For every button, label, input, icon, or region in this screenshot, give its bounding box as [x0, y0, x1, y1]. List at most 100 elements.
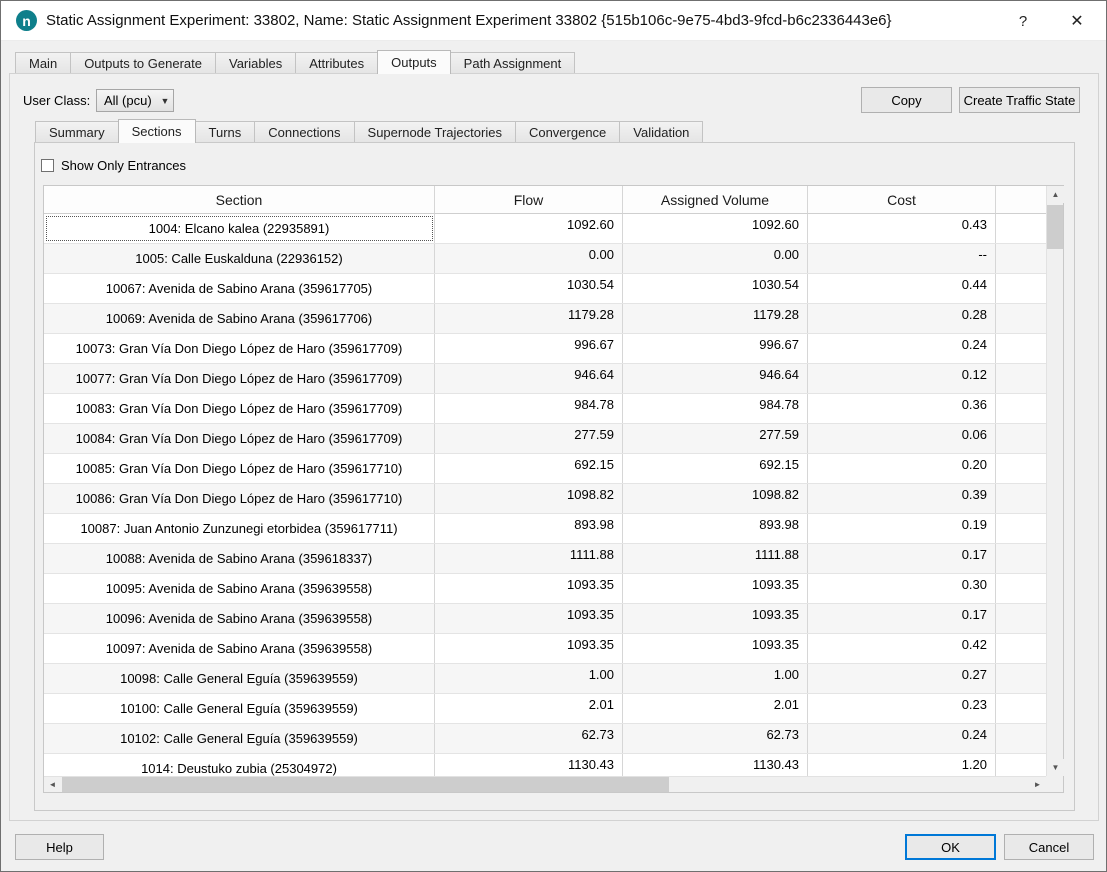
cell-flow[interactable]: 984.78 — [435, 394, 623, 423]
help-icon[interactable]: ? — [1006, 1, 1040, 41]
cell-cost[interactable]: -- — [808, 244, 996, 273]
cell-assigned-volume[interactable]: 2.01 — [623, 694, 808, 723]
cell-assigned-volume[interactable]: 1092.60 — [623, 214, 808, 243]
cell-flow[interactable]: 1.00 — [435, 664, 623, 693]
cell-cost[interactable]: 0.39 — [808, 484, 996, 513]
cell-cost[interactable]: 0.19 — [808, 514, 996, 543]
cell-section[interactable]: 1005: Calle Euskalduna (22936152) — [44, 244, 435, 273]
subtab-summary[interactable]: Summary — [35, 121, 119, 142]
subtab-validation[interactable]: Validation — [619, 121, 703, 142]
cell-section[interactable]: 10085: Gran Vía Don Diego López de Haro … — [44, 454, 435, 483]
cell-flow[interactable]: 893.98 — [435, 514, 623, 543]
table-row[interactable]: 1014: Deustuko zubia (25304972)1130.4311… — [44, 754, 1046, 776]
user-class-select[interactable]: All (pcu) ▼ — [96, 89, 174, 112]
cell-filler[interactable] — [996, 664, 1046, 693]
cell-cost[interactable]: 0.17 — [808, 544, 996, 573]
cell-flow[interactable]: 1111.88 — [435, 544, 623, 573]
cell-flow[interactable]: 946.64 — [435, 364, 623, 393]
cell-section[interactable]: 10096: Avenida de Sabino Arana (35963955… — [44, 604, 435, 633]
cell-section[interactable]: 10084: Gran Vía Don Diego López de Haro … — [44, 424, 435, 453]
cell-cost[interactable]: 0.20 — [808, 454, 996, 483]
cell-filler[interactable] — [996, 694, 1046, 723]
scroll-up-icon[interactable]: ▲ — [1047, 186, 1064, 203]
vertical-scrollbar-thumb[interactable] — [1047, 205, 1063, 249]
cell-section[interactable]: 1004: Elcano kalea (22935891) — [44, 214, 435, 243]
scroll-right-icon[interactable]: ► — [1029, 777, 1046, 792]
cell-filler[interactable] — [996, 304, 1046, 333]
tab-main[interactable]: Main — [15, 52, 71, 73]
cell-cost[interactable]: 0.24 — [808, 334, 996, 363]
cell-cost[interactable]: 0.44 — [808, 274, 996, 303]
table-row[interactable]: 10100: Calle General Eguía (359639559)2.… — [44, 694, 1046, 724]
cell-cost[interactable]: 0.27 — [808, 664, 996, 693]
cell-filler[interactable] — [996, 574, 1046, 603]
close-icon[interactable]: ✕ — [1060, 1, 1094, 41]
cell-section[interactable]: 10088: Avenida de Sabino Arana (35961833… — [44, 544, 435, 573]
scroll-down-icon[interactable]: ▼ — [1047, 759, 1064, 776]
show-only-entrances-checkbox[interactable] — [41, 159, 54, 172]
cell-filler[interactable] — [996, 214, 1046, 243]
subtab-turns[interactable]: Turns — [195, 121, 256, 142]
cell-cost[interactable]: 0.12 — [808, 364, 996, 393]
cell-assigned-volume[interactable]: 893.98 — [623, 514, 808, 543]
cell-flow[interactable]: 1130.43 — [435, 754, 623, 776]
cell-assigned-volume[interactable]: 1098.82 — [623, 484, 808, 513]
cell-flow[interactable]: 1092.60 — [435, 214, 623, 243]
cell-cost[interactable]: 0.42 — [808, 634, 996, 663]
vertical-scrollbar[interactable]: ▲ ▼ — [1046, 186, 1063, 776]
cell-assigned-volume[interactable]: 692.15 — [623, 454, 808, 483]
cell-filler[interactable] — [996, 514, 1046, 543]
table-row[interactable]: 10067: Avenida de Sabino Arana (35961770… — [44, 274, 1046, 304]
cell-section[interactable]: 10097: Avenida de Sabino Arana (35963955… — [44, 634, 435, 663]
copy-button[interactable]: Copy — [861, 87, 952, 113]
cell-section[interactable]: 10069: Avenida de Sabino Arana (35961770… — [44, 304, 435, 333]
table-row[interactable]: 1004: Elcano kalea (22935891)1092.601092… — [44, 214, 1046, 244]
cell-filler[interactable] — [996, 454, 1046, 483]
cell-assigned-volume[interactable]: 1093.35 — [623, 604, 808, 633]
cell-assigned-volume[interactable]: 996.67 — [623, 334, 808, 363]
tab-variables[interactable]: Variables — [215, 52, 296, 73]
cell-assigned-volume[interactable]: 1130.43 — [623, 754, 808, 776]
column-header-assigned-volume[interactable]: Assigned Volume — [623, 186, 808, 214]
cell-flow[interactable]: 62.73 — [435, 724, 623, 753]
cell-filler[interactable] — [996, 334, 1046, 363]
cell-assigned-volume[interactable]: 62.73 — [623, 724, 808, 753]
column-header-cost[interactable]: Cost — [808, 186, 996, 214]
table-row[interactable]: 10097: Avenida de Sabino Arana (35963955… — [44, 634, 1046, 664]
column-header-section[interactable]: Section — [44, 186, 435, 214]
table-row[interactable]: 10098: Calle General Eguía (359639559)1.… — [44, 664, 1046, 694]
cell-flow[interactable]: 1093.35 — [435, 574, 623, 603]
cell-cost[interactable]: 0.17 — [808, 604, 996, 633]
subtab-supernode-trajectories[interactable]: Supernode Trajectories — [354, 121, 516, 142]
subtab-convergence[interactable]: Convergence — [515, 121, 620, 142]
table-row[interactable]: 10086: Gran Vía Don Diego López de Haro … — [44, 484, 1046, 514]
cell-filler[interactable] — [996, 634, 1046, 663]
cell-cost[interactable]: 1.20 — [808, 754, 996, 776]
horizontal-scrollbar-thumb[interactable] — [62, 777, 669, 792]
cell-flow[interactable]: 1098.82 — [435, 484, 623, 513]
cell-flow[interactable]: 277.59 — [435, 424, 623, 453]
cell-assigned-volume[interactable]: 1179.28 — [623, 304, 808, 333]
cell-section[interactable]: 10077: Gran Vía Don Diego López de Haro … — [44, 364, 435, 393]
table-row[interactable]: 10073: Gran Vía Don Diego López de Haro … — [44, 334, 1046, 364]
cell-filler[interactable] — [996, 274, 1046, 303]
table-row[interactable]: 10085: Gran Vía Don Diego López de Haro … — [44, 454, 1046, 484]
cell-assigned-volume[interactable]: 1030.54 — [623, 274, 808, 303]
subtab-connections[interactable]: Connections — [254, 121, 354, 142]
table-row[interactable]: 10069: Avenida de Sabino Arana (35961770… — [44, 304, 1046, 334]
table-row[interactable]: 10083: Gran Vía Don Diego López de Haro … — [44, 394, 1046, 424]
cell-section[interactable]: 10102: Calle General Eguía (359639559) — [44, 724, 435, 753]
cell-assigned-volume[interactable]: 946.64 — [623, 364, 808, 393]
cell-section[interactable]: 10098: Calle General Eguía (359639559) — [44, 664, 435, 693]
cell-assigned-volume[interactable]: 1093.35 — [623, 574, 808, 603]
column-header-flow[interactable]: Flow — [435, 186, 623, 214]
cell-assigned-volume[interactable]: 277.59 — [623, 424, 808, 453]
cell-cost[interactable]: 0.36 — [808, 394, 996, 423]
cell-flow[interactable]: 692.15 — [435, 454, 623, 483]
tab-outputs[interactable]: Outputs — [377, 50, 451, 74]
cell-filler[interactable] — [996, 484, 1046, 513]
cell-assigned-volume[interactable]: 1093.35 — [623, 634, 808, 663]
table-row[interactable]: 10096: Avenida de Sabino Arana (35963955… — [44, 604, 1046, 634]
cell-filler[interactable] — [996, 424, 1046, 453]
horizontal-scrollbar[interactable]: ◄ ► — [44, 776, 1046, 792]
